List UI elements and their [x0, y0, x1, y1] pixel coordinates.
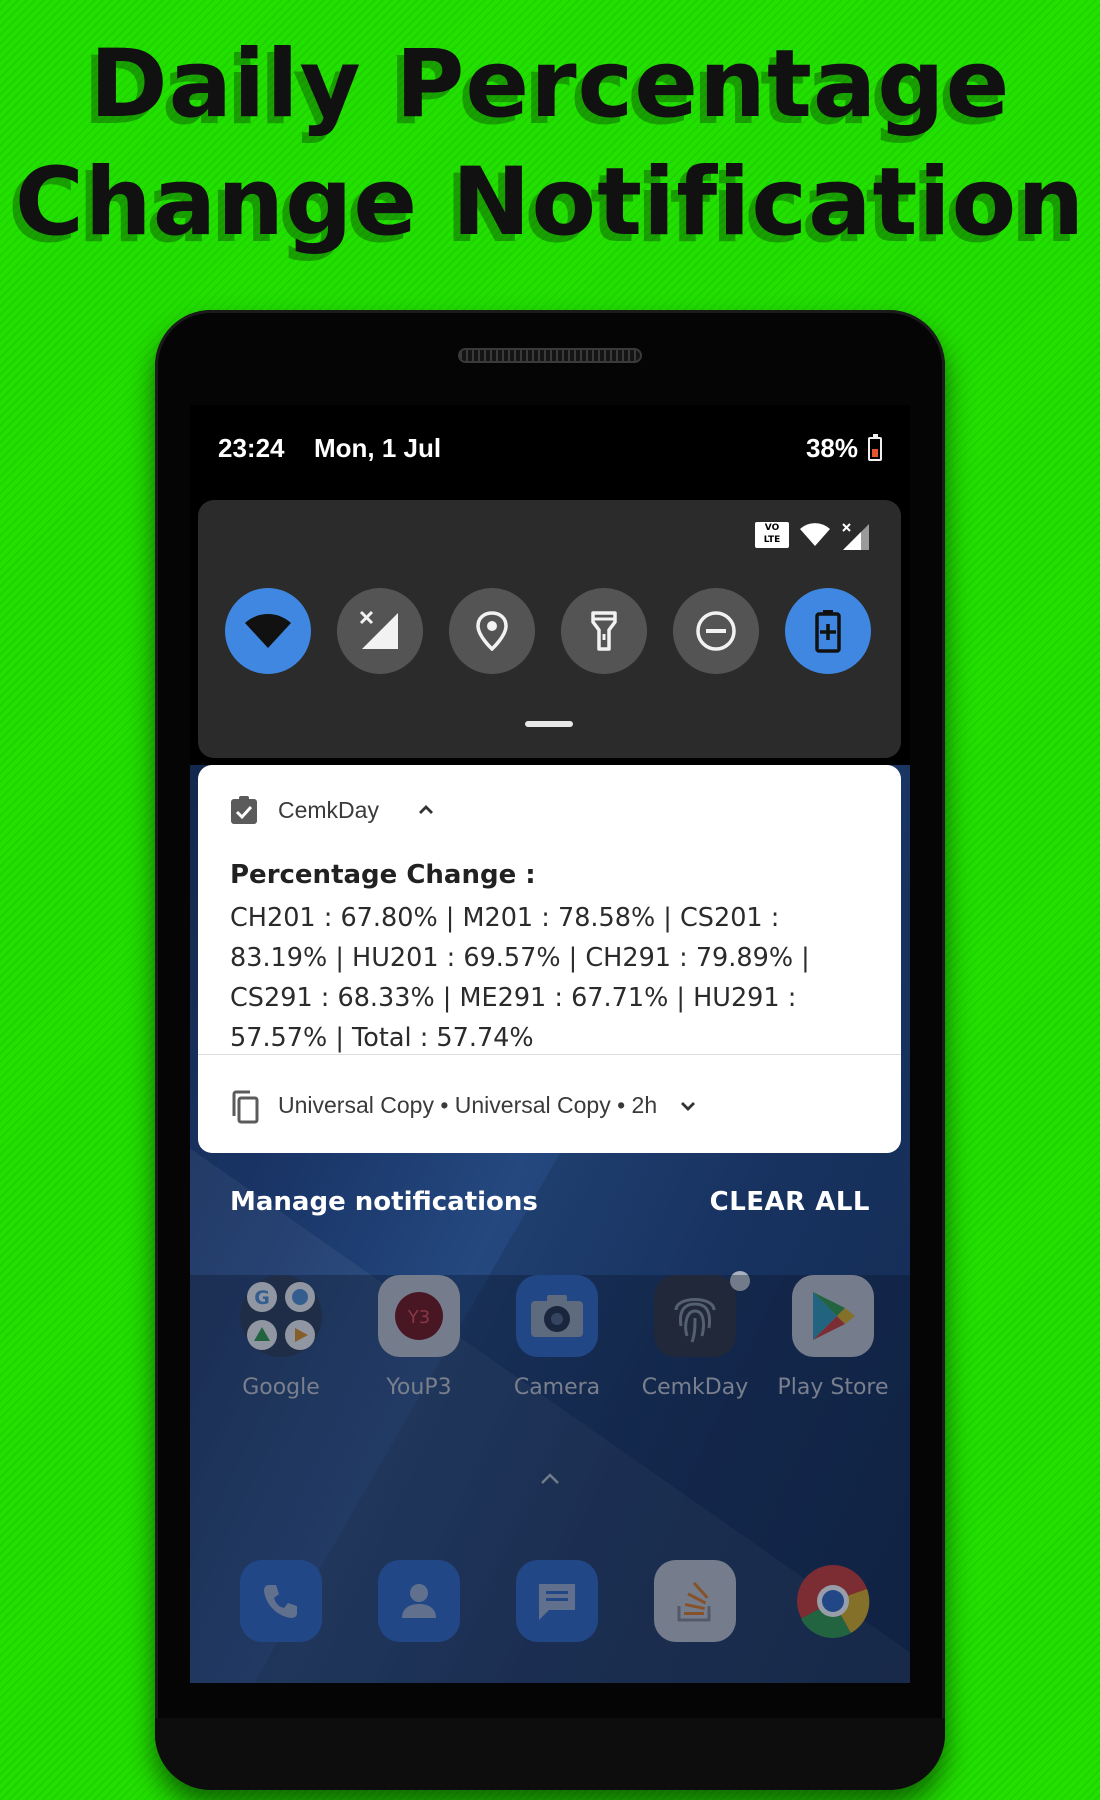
- qs-expand-handle[interactable]: [525, 721, 573, 727]
- location-pin-icon: [476, 611, 508, 651]
- dock-contacts[interactable]: [350, 1560, 488, 1642]
- promo-headline-line2: Change Notification: [14, 148, 1086, 257]
- dock-messages[interactable]: [488, 1560, 626, 1642]
- notification-title: Percentage Change :: [230, 860, 536, 890]
- divider: [198, 1054, 901, 1055]
- status-time: 23:24: [218, 433, 285, 463]
- volte-icon: VO LTE: [755, 522, 789, 548]
- cell-signal-icon: [842, 523, 869, 550]
- app-google[interactable]: G Google: [212, 1275, 350, 1400]
- chrome-icon: [792, 1560, 874, 1642]
- earpiece-speaker: [458, 348, 642, 363]
- battery-icon: [868, 434, 882, 461]
- svg-text:Y3: Y3: [407, 1307, 430, 1328]
- notification-app-name: CemkDay: [278, 797, 379, 823]
- youp3-icon: Y3: [378, 1275, 460, 1357]
- tile-mobile-data[interactable]: [337, 588, 423, 674]
- tile-flashlight[interactable]: [561, 588, 647, 674]
- notification-card-cemkday[interactable]: CemkDay Percentage Change : CH201 : 67.8…: [198, 765, 901, 1153]
- notification-body: CH201 : 67.80% | M201 : 78.58% | CS201 :…: [230, 903, 810, 1053]
- copy-icon: [232, 1090, 259, 1124]
- status-bar: 23:24 Mon, 1 Jul 38%: [190, 433, 910, 473]
- app-play-store[interactable]: Play Store: [764, 1275, 902, 1400]
- app-label: Google: [242, 1375, 320, 1400]
- messages-icon: [516, 1560, 598, 1642]
- app-cemkday[interactable]: CemkDay: [626, 1271, 764, 1400]
- status-date: Mon, 1 Jul: [314, 433, 442, 463]
- phone-chin: [155, 1718, 945, 1790]
- tile-wifi[interactable]: [225, 588, 311, 674]
- app-label: YouP3: [386, 1375, 452, 1400]
- qs-status-icons: VO LTE: [755, 522, 875, 550]
- wifi-icon: [245, 614, 291, 648]
- phone-icon: [240, 1560, 322, 1642]
- play-store-icon: [792, 1275, 874, 1357]
- app-drawer-chevron-icon[interactable]: [539, 1472, 561, 1486]
- stack-overflow-icon: [654, 1560, 736, 1642]
- app-label: Play Store: [777, 1375, 889, 1400]
- app-label: CemkDay: [641, 1375, 749, 1400]
- quick-settings-panel: VO LTE: [198, 500, 901, 758]
- dock-chrome[interactable]: [764, 1560, 902, 1642]
- clipboard-check-icon: [231, 796, 257, 824]
- manage-notifications-button[interactable]: Manage notifications: [230, 1187, 538, 1217]
- notification-dot: [730, 1271, 750, 1291]
- chevron-up-icon[interactable]: [418, 803, 434, 815]
- promo-headline-line1: Daily Percentage: [89, 30, 1011, 139]
- dock-stack-overflow[interactable]: [626, 1560, 764, 1642]
- svg-text:G: G: [254, 1287, 270, 1309]
- battery-plus-icon: [815, 610, 841, 653]
- cell-signal-off-icon: [359, 610, 398, 649]
- camera-icon: [516, 1275, 598, 1357]
- collapsed-notification-text[interactable]: Universal Copy • Universal Copy • 2h: [278, 1092, 657, 1119]
- wifi-signal-icon: [800, 523, 830, 546]
- battery-percent: 38%: [805, 433, 858, 463]
- tile-do-not-disturb[interactable]: [673, 588, 759, 674]
- dnd-icon: [696, 611, 736, 651]
- fingerprint-icon: [654, 1271, 750, 1357]
- flashlight-icon: [591, 611, 617, 651]
- tile-location[interactable]: [449, 588, 535, 674]
- clear-all-button[interactable]: CLEAR ALL: [710, 1187, 870, 1217]
- google-folder-icon: G: [240, 1275, 322, 1357]
- app-youp3[interactable]: Y3 YouP3: [350, 1275, 488, 1400]
- app-label: Camera: [513, 1375, 601, 1400]
- chevron-down-icon[interactable]: [680, 1101, 696, 1113]
- dock-phone[interactable]: [212, 1560, 350, 1642]
- tile-battery-saver[interactable]: [785, 588, 871, 674]
- phone-screen: 23:24 Mon, 1 Jul 38% VO LTE CemkDay Perc…: [190, 405, 910, 1683]
- contacts-icon: [378, 1560, 460, 1642]
- app-camera[interactable]: Camera: [488, 1275, 626, 1400]
